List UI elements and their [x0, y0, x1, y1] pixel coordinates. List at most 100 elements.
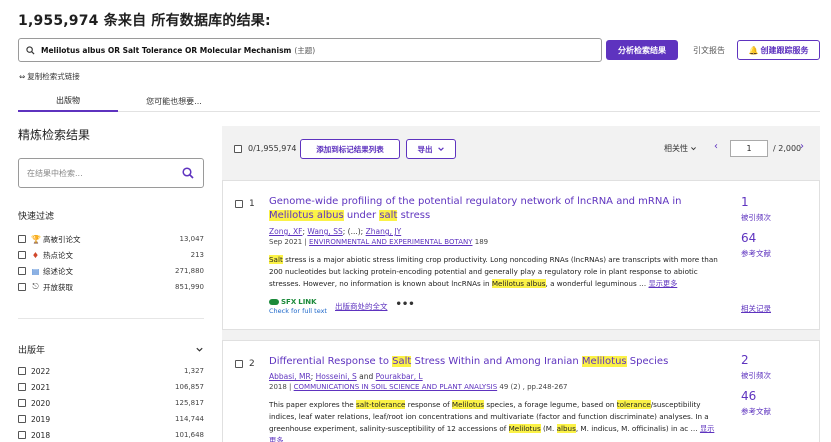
sfx-link-button[interactable]: SFX LINK Check for full text: [269, 298, 329, 318]
copy-query-link-label: 复制检索式链接: [27, 72, 80, 81]
add-to-marked-list-button[interactable]: 添加到标记结果列表: [300, 139, 400, 159]
export-label: 导出: [417, 144, 433, 154]
search-icon[interactable]: [182, 167, 194, 179]
filter-year-2022[interactable]: 2022 1,327: [18, 364, 204, 378]
author-link[interactable]: Zong, XF: [269, 227, 302, 236]
author-conjunction: and: [359, 372, 374, 381]
publisher-full-text-link[interactable]: 出版商处的全文: [335, 301, 388, 312]
title-text: Stress Within and Among Iranian: [411, 356, 582, 367]
filter-label: 高被引论文: [43, 234, 81, 244]
filter-highly-cited[interactable]: 🏆 高被引论文 13,047: [18, 232, 204, 246]
result-checkbox[interactable]: [235, 200, 243, 208]
result-title[interactable]: Genome-wide profiling of the potential r…: [269, 195, 725, 223]
filter-count: 13,047: [179, 235, 205, 243]
filter-year-2018[interactable]: 2018 101,648: [18, 428, 204, 442]
select-all-checkbox[interactable]: [234, 145, 242, 153]
sidebar-divider: [18, 318, 204, 319]
result-abstract: Salt stress is a major abiotic stress li…: [269, 254, 721, 290]
reference-count[interactable]: 46: [741, 389, 756, 403]
result-source: Sep 2021 | ENVIRONMENTAL AND EXPERIMENTA…: [269, 238, 489, 246]
analyze-results-button[interactable]: 分析检索结果: [606, 40, 678, 60]
filter-year-2021[interactable]: 2021 106,857: [18, 380, 204, 394]
filter-label: 开放获取: [43, 282, 73, 292]
copy-query-link[interactable]: ⇔ 复制检索式链接: [19, 71, 80, 82]
citation-count[interactable]: 2: [741, 353, 749, 367]
selected-count: 0/1,955,974: [248, 144, 297, 153]
page-number-input[interactable]: 1: [730, 140, 768, 157]
filter-label: 2019: [31, 414, 51, 424]
title-text: stress: [397, 210, 431, 221]
chevron-down-icon[interactable]: [195, 345, 204, 354]
publication-year-title: 出版年: [18, 346, 46, 356]
filter-open-access[interactable]: ⎋ 开放获取 851,990: [18, 280, 204, 294]
checkbox[interactable]: [18, 431, 26, 439]
publication-year-header[interactable]: 出版年: [18, 343, 204, 356]
result-abstract: This paper explores the salt-tolerance r…: [269, 399, 721, 442]
chevron-down-icon: [691, 147, 696, 151]
result-index: 1: [249, 199, 255, 209]
filter-label: 2021: [31, 382, 51, 392]
author-ellipsis[interactable]: (...): [348, 227, 361, 236]
results-toolbar: 0/1,955,974 添加到标记结果列表 导出 相关性 ‹ 1 / 2,000…: [222, 136, 820, 162]
checkbox[interactable]: [18, 283, 26, 291]
chevron-down-icon: [437, 147, 444, 152]
result-index: 2: [249, 359, 255, 369]
open-lock-icon: ⎋: [32, 282, 39, 291]
citation-label: 被引频次: [741, 371, 771, 380]
create-alert-button[interactable]: 🔔 创建跟踪服务: [737, 40, 820, 60]
search-query-box[interactable]: Melilotus albus OR Salt Tolerance OR Mol…: [18, 38, 602, 62]
author-link[interactable]: Zhang, JY: [366, 227, 402, 236]
related-records-link[interactable]: 相关记录: [741, 303, 771, 314]
filter-review-papers[interactable]: ▤ 综述论文 271,880: [18, 264, 204, 278]
checkbox[interactable]: [18, 235, 26, 243]
filter-count: 101,648: [175, 431, 204, 439]
author-link[interactable]: Abbasi, MR: [269, 372, 311, 381]
trophy-icon: 🏆: [31, 234, 41, 244]
author-link[interactable]: Hosseini, S: [316, 372, 357, 381]
tab-publications[interactable]: 出版物: [18, 90, 118, 112]
refine-search-input[interactable]: 在结果中检索...: [18, 158, 204, 188]
title-highlight: Melilotus: [581, 356, 627, 367]
filter-hot-papers[interactable]: ♦ 热点论文 213: [18, 248, 204, 262]
document-icon: ▤: [31, 266, 40, 276]
export-button[interactable]: 导出: [406, 139, 456, 159]
search-query-text: Melilotus albus OR Salt Tolerance OR Mol…: [41, 45, 292, 55]
checkbox[interactable]: [18, 367, 26, 375]
journal-link[interactable]: ENVIRONMENTAL AND EXPERIMENTAL BOTANY: [309, 238, 472, 246]
bell-icon: 🔔: [748, 45, 759, 55]
checkbox[interactable]: [18, 399, 26, 407]
author-link[interactable]: Pourakbar, L: [376, 372, 423, 381]
reference-count[interactable]: 64: [741, 231, 756, 245]
title-text: Species: [626, 356, 669, 367]
filter-year-2019[interactable]: 2019 114,744: [18, 412, 204, 426]
sfx-label: LINK: [298, 298, 317, 306]
checkbox[interactable]: [18, 415, 26, 423]
journal-link[interactable]: COMMUNICATIONS IN SOIL SCIENCE AND PLANT…: [294, 383, 498, 391]
filter-year-2020[interactable]: 2020 125,817: [18, 396, 204, 410]
show-more-link[interactable]: 显示更多: [649, 279, 678, 288]
abstract-highlight: tolerance: [616, 400, 651, 409]
abstract-highlight: albus: [556, 424, 576, 433]
checkbox[interactable]: [18, 251, 26, 259]
reference-label: 参考文献: [741, 249, 771, 258]
filter-count: 213: [190, 251, 204, 259]
tab-you-may-also-like[interactable]: 您可能也想要...: [126, 90, 222, 112]
title-highlight: Salt: [392, 356, 412, 367]
chevron-left-icon[interactable]: ‹: [714, 141, 718, 152]
result-title[interactable]: Differential Response to Salt Stress Wit…: [269, 355, 725, 369]
more-options-icon[interactable]: •••: [396, 299, 415, 310]
citation-count[interactable]: 1: [741, 195, 749, 209]
filter-count: 125,817: [175, 399, 204, 407]
author-link[interactable]: Wang, SS: [307, 227, 342, 236]
sfx-logo-icon: [269, 299, 279, 305]
result-checkbox[interactable]: [235, 360, 243, 368]
search-icon: [26, 45, 35, 55]
chevron-right-icon[interactable]: ›: [800, 141, 804, 152]
abstract-text: , M. indicus, M. officinalis) in ac …: [575, 424, 698, 433]
citation-report-button[interactable]: 引文报告: [684, 40, 734, 60]
abstract-text: response of: [405, 400, 452, 409]
checkbox[interactable]: [18, 383, 26, 391]
checkbox[interactable]: [18, 267, 26, 275]
abstract-text: This paper explores the: [269, 400, 356, 409]
sort-dropdown[interactable]: 相关性: [664, 143, 697, 154]
